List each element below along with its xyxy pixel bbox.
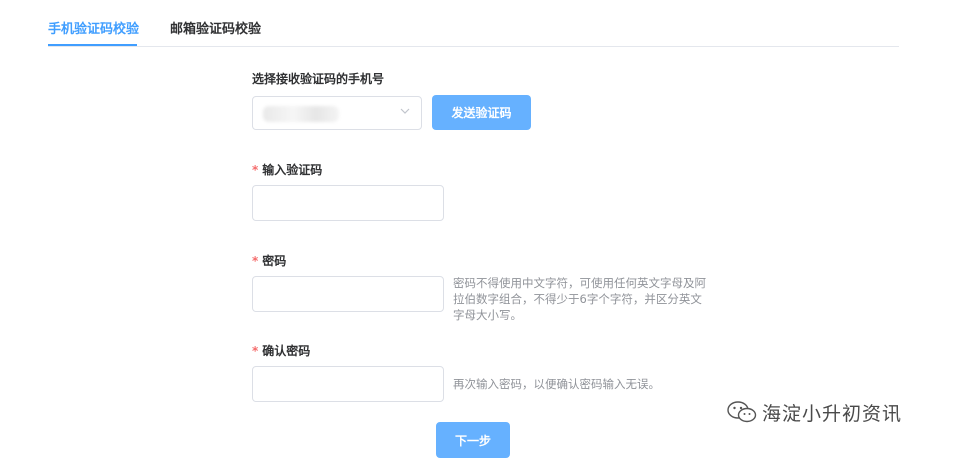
confirm-password-input[interactable] [252, 366, 444, 402]
phone-select-label: 选择接收验证码的手机号 [252, 72, 385, 86]
code-input[interactable] [252, 185, 444, 221]
code-label: * 输入验证码 [252, 161, 322, 178]
password-hint: 密码不得使用中文字符，可使用任何英文字母及阿 拉伯数字组合，不得少于6字个字符，… [453, 275, 706, 323]
password-hint-line: 拉伯数字组合，不得少于6字个字符，并区分英文 [453, 292, 702, 306]
wechat-icon [727, 401, 757, 423]
send-code-button[interactable]: 发送验证码 [432, 95, 531, 130]
tab-phone-verification[interactable]: 手机验证码校验 [48, 18, 139, 37]
password-hint-line: 密码不得使用中文字符，可使用任何英文字母及阿 [453, 276, 706, 290]
watermark: 海淀小升初资讯 [726, 398, 926, 426]
confirm-password-label-text: 确认密码 [262, 344, 311, 358]
tab-bar: 手机验证码校验 邮箱验证码校验 [48, 0, 899, 47]
active-tab-indicator [48, 44, 137, 46]
password-input[interactable] [252, 276, 444, 312]
confirm-password-label: * 确认密码 [252, 342, 310, 359]
phone-select[interactable] [252, 96, 422, 130]
password-label: * 密码 [252, 252, 286, 269]
code-label-text: 输入验证码 [262, 163, 323, 177]
confirm-password-hint: 再次输入密码，以便确认密码输入无误。 [453, 377, 660, 391]
tab-email-verification[interactable]: 邮箱验证码校验 [170, 18, 261, 37]
password-hint-line: 字母大小写。 [453, 308, 522, 322]
password-label-text: 密码 [262, 254, 287, 268]
required-mark: * [252, 254, 259, 268]
phone-value-obscured [263, 106, 339, 122]
next-step-button[interactable]: 下一步 [436, 422, 510, 458]
watermark-text: 海淀小升初资讯 [762, 402, 903, 425]
required-mark: * [252, 344, 259, 358]
required-mark: * [252, 163, 259, 177]
chevron-down-icon [400, 108, 410, 114]
